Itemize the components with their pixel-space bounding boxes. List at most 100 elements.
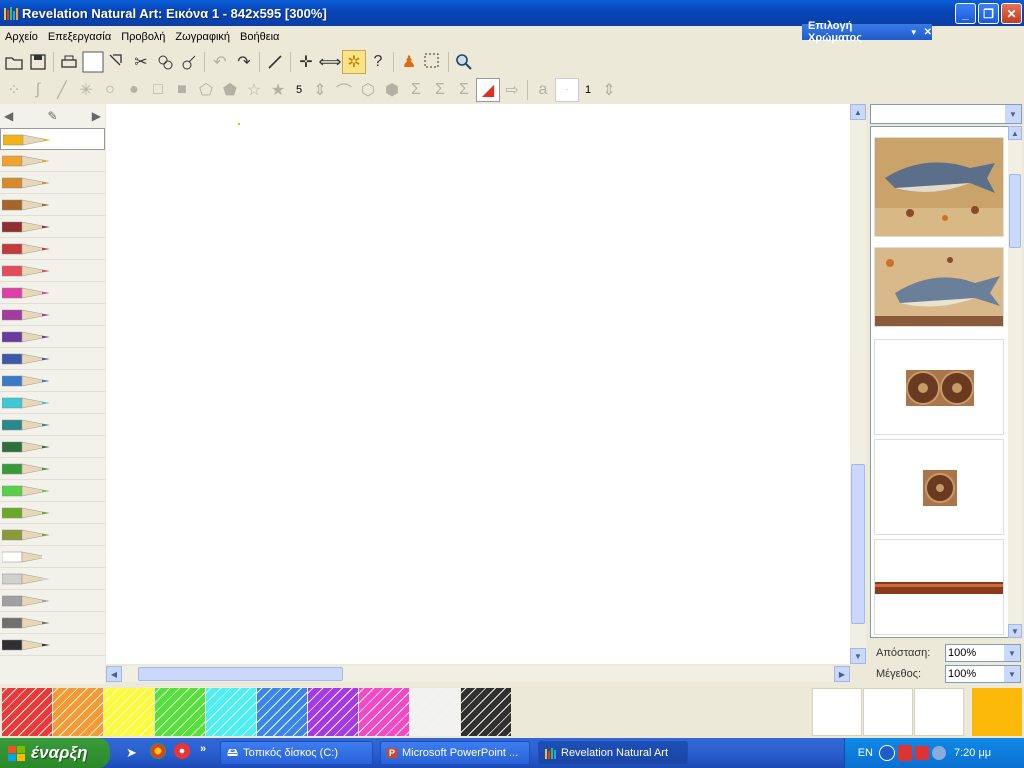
start-button[interactable]: έναρξη: [0, 738, 110, 768]
freeform-outline-icon[interactable]: ⬡: [356, 78, 380, 102]
pentagon-outline-icon[interactable]: ⬠: [194, 78, 218, 102]
pencil-color-12[interactable]: [0, 392, 105, 414]
palette-swatch-0[interactable]: [2, 688, 52, 736]
scroll-up-icon[interactable]: ▲: [850, 104, 866, 120]
scissors-icon[interactable]: ✂: [129, 50, 153, 74]
chevron-down-icon[interactable]: ▼: [1005, 105, 1021, 123]
minimize-button[interactable]: _: [955, 3, 976, 24]
custom-color-slot-1[interactable]: [812, 688, 862, 736]
selected-color-swatch[interactable]: [972, 688, 1022, 736]
pencil-color-0[interactable]: [0, 128, 105, 150]
redo-icon[interactable]: ↷: [232, 50, 256, 74]
starburst-icon[interactable]: ✳: [74, 78, 98, 102]
butterfly-icon[interactable]: ✲: [342, 49, 366, 74]
menu-view[interactable]: Προβολή: [116, 31, 170, 43]
pencil-color-3[interactable]: [0, 194, 105, 216]
thumbnail-scrollbar[interactable]: ▲ ▼: [1008, 126, 1022, 638]
move-icon[interactable]: ✛: [294, 50, 318, 74]
copy-icon[interactable]: [153, 50, 177, 74]
thumb-scroll-thumb[interactable]: [1009, 174, 1021, 248]
pencil-color-9[interactable]: [0, 326, 105, 348]
pencil-color-10[interactable]: [0, 348, 105, 370]
palette-swatch-6[interactable]: [308, 688, 358, 736]
print-icon[interactable]: [57, 50, 81, 74]
network-icon[interactable]: [932, 746, 946, 760]
thumbnail-dolphin-1[interactable]: [874, 137, 1004, 237]
task-powerpoint[interactable]: P Microsoft PowerPoint ...: [380, 741, 530, 765]
circle-outline-icon[interactable]: ○: [98, 78, 122, 102]
rect-outline-icon[interactable]: □: [146, 78, 170, 102]
close-button[interactable]: ✕: [1001, 3, 1022, 24]
scroll-thumb[interactable]: [851, 464, 865, 624]
pencil-color-1[interactable]: [0, 150, 105, 172]
pencil-color-7[interactable]: [0, 282, 105, 304]
close-icon[interactable]: ✕: [924, 27, 932, 38]
eyedropper-icon[interactable]: [263, 50, 287, 74]
palette-swatch-3[interactable]: [155, 688, 205, 736]
pencil-icon[interactable]: ✎: [47, 109, 57, 123]
color-picker-tab[interactable]: Επιλογή Χρώματος ▼ ✕: [802, 20, 932, 44]
scroll-down-icon[interactable]: ▼: [850, 648, 866, 664]
vertical-scrollbar[interactable]: ▲ ▼: [850, 104, 866, 664]
thumb-scroll-down-icon[interactable]: ▼: [1008, 624, 1022, 638]
select-tool-icon[interactable]: [105, 50, 129, 74]
task-revelation[interactable]: Revelation Natural Art: [538, 741, 688, 765]
quicklaunch-fish-icon[interactable]: ➤: [126, 745, 137, 761]
spinner-icon[interactable]: ⇕: [308, 78, 332, 102]
thumb-scroll-up-icon[interactable]: ▲: [1008, 126, 1022, 140]
chevron-down-icon[interactable]: ▼: [910, 28, 918, 37]
scroll-right-icon[interactable]: ▶: [834, 666, 850, 682]
open-folder-icon[interactable]: [2, 50, 26, 74]
size-select[interactable]: 100% ▼: [945, 665, 1021, 683]
chrome-icon[interactable]: [150, 743, 166, 759]
paste-icon[interactable]: [177, 50, 201, 74]
custom-color-slot-2[interactable]: [863, 688, 913, 736]
palette-swatch-2[interactable]: [104, 688, 154, 736]
task-local-disk[interactable]: 🖴 Τοπικός δίσκος (C:): [220, 741, 373, 765]
pencil-color-22[interactable]: [0, 612, 105, 634]
sigma-filled-icon[interactable]: Ʃ: [452, 78, 476, 102]
freeform-filled-icon[interactable]: ⬢: [380, 78, 404, 102]
language-indicator[interactable]: EN: [835, 747, 873, 759]
brush-size-box[interactable]: ·: [555, 77, 579, 102]
pencil-color-11[interactable]: [0, 370, 105, 392]
sigma-outline-icon[interactable]: Σ: [428, 78, 452, 102]
text-icon[interactable]: a: [531, 78, 555, 102]
blank-page-icon[interactable]: [81, 50, 105, 74]
chevron-more-icon[interactable]: »: [200, 743, 206, 755]
flip-icon[interactable]: ⟺: [318, 50, 342, 74]
thumbnail-dolphin-2[interactable]: [874, 247, 1004, 327]
pencil-color-19[interactable]: [0, 546, 105, 568]
spinner-icon-2[interactable]: ⇕: [597, 78, 621, 102]
palette-swatch-9[interactable]: [461, 688, 511, 736]
scroll-left-icon[interactable]: ◀: [106, 666, 122, 682]
chevron-down-icon[interactable]: ▼: [1004, 666, 1020, 682]
antivirus-icon[interactable]: [915, 746, 929, 760]
pencil-color-20[interactable]: [0, 568, 105, 590]
thumbnail-frieze[interactable]: [874, 539, 1004, 635]
menu-edit[interactable]: Επεξεργασία: [43, 31, 116, 43]
shield-icon[interactable]: [898, 745, 912, 761]
pencil-color-5[interactable]: [0, 238, 105, 260]
pencil-color-23[interactable]: [0, 634, 105, 656]
circle-filled-icon[interactable]: ●: [122, 78, 146, 102]
arrow-icon[interactable]: ⇨: [500, 78, 524, 102]
pencil-color-14[interactable]: [0, 436, 105, 458]
dots-brush-icon[interactable]: ⁘: [2, 78, 26, 102]
pencil-color-17[interactable]: [0, 502, 105, 524]
rect-filled-icon[interactable]: ■: [170, 78, 194, 102]
drawing-canvas[interactable]: [106, 104, 850, 664]
chevron-left-icon[interactable]: ◀: [4, 109, 13, 123]
sigma-icon[interactable]: Σ: [404, 78, 428, 102]
custom-color-slot-3[interactable]: [914, 688, 964, 736]
menu-file[interactable]: Αρχείο: [0, 31, 43, 43]
palette-swatch-5[interactable]: [257, 688, 307, 736]
help-cursor-icon[interactable]: ?: [366, 50, 390, 74]
palette-swatch-1[interactable]: [53, 688, 103, 736]
pencil-color-21[interactable]: [0, 590, 105, 612]
marquee-select-icon[interactable]: [421, 50, 445, 74]
media-icon[interactable]: [174, 743, 190, 759]
pencil-color-4[interactable]: [0, 216, 105, 238]
horizontal-scrollbar[interactable]: ◀ ▶: [106, 666, 850, 682]
pencil-color-8[interactable]: [0, 304, 105, 326]
